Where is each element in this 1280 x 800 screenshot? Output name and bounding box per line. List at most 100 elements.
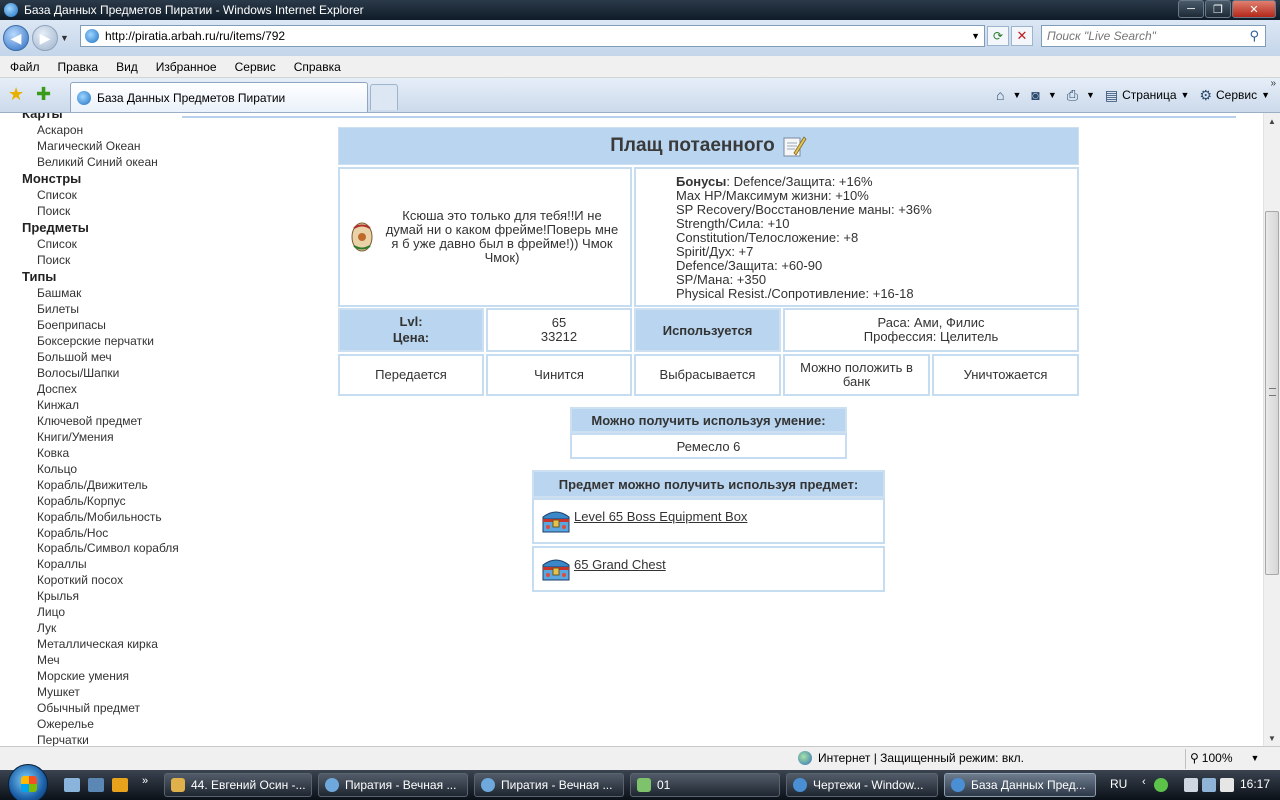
scroll-up-icon[interactable]: ▲ xyxy=(1264,113,1280,129)
live-search-box[interactable]: ⚲ xyxy=(1041,25,1266,47)
new-tab-button[interactable] xyxy=(370,84,398,110)
sidebar-link-map[interactable]: Аскарон xyxy=(22,122,182,138)
sidebar-link-type[interactable]: Доспех xyxy=(22,381,182,397)
sidebar-link-type[interactable]: Лицо xyxy=(22,604,182,620)
sidebar-link-type[interactable]: Ожерелье xyxy=(22,716,182,732)
home-icon: ⌂ xyxy=(995,87,1005,103)
sidebar-link-type[interactable]: Корабль/Движитель xyxy=(22,477,182,493)
sidebar-link-map[interactable]: Магический Океан xyxy=(22,138,182,154)
language-indicator[interactable]: RU xyxy=(1110,777,1127,791)
sidebar-link-type[interactable]: Металлическая кирка xyxy=(22,636,182,652)
menu-edit[interactable]: Правка xyxy=(48,60,107,74)
clock[interactable]: 16:17 xyxy=(1240,777,1270,791)
favorites-star-icon[interactable]: ★ xyxy=(8,84,24,105)
sidebar-link-type[interactable]: Меч xyxy=(22,652,182,668)
sidebar-link-type[interactable]: Боеприпасы xyxy=(22,317,182,333)
tools-menu-button[interactable]: ⚙ Сервис ▼ xyxy=(1199,87,1270,104)
minimize-button[interactable]: ─ xyxy=(1178,0,1204,18)
source-item-link[interactable]: 65 Grand Chest xyxy=(574,557,666,572)
sidebar-link-type[interactable]: Ключевой предмет xyxy=(22,413,182,429)
sidebar-link-type[interactable]: Ковка xyxy=(22,445,182,461)
sidebar-link-type[interactable]: Мушкет xyxy=(22,684,182,700)
stop-button[interactable]: ✕ xyxy=(1011,26,1033,46)
sidebar-link-type[interactable]: Перчатки xyxy=(22,732,182,746)
tray-expand-icon[interactable]: ‹ xyxy=(1142,776,1146,788)
sidebar-link-type[interactable]: Кораллы xyxy=(22,556,182,572)
close-button[interactable]: ✕ xyxy=(1232,0,1276,18)
task-button[interactable]: 44. Евгений Осин -... xyxy=(164,773,312,797)
zoom-dropdown-icon[interactable]: ▼ xyxy=(1251,753,1260,763)
zoom-control[interactable]: ⚲ 100% ▼ xyxy=(1190,751,1259,765)
show-desktop-icon[interactable] xyxy=(64,778,80,792)
sidebar-nav: Карты Аскарон Магический Океан Великий Син… xyxy=(22,113,182,746)
search-icon[interactable]: ⚲ xyxy=(1249,28,1259,44)
volume-icon[interactable] xyxy=(1220,778,1234,792)
sidebar-link-type[interactable]: Боксерские перчатки xyxy=(22,333,182,349)
task-button[interactable]: 01 xyxy=(630,773,780,797)
task-button[interactable]: Пиратия - Вечная ... xyxy=(474,773,624,797)
item-bonuses-cell: Бонусы: Defence/Защита: +16% Max HP/Макс… xyxy=(634,167,1079,307)
print-button[interactable]: ⎙ ▼ xyxy=(1067,87,1095,104)
sidebar-link-type[interactable]: Книги/Умения xyxy=(22,429,182,445)
sidebar-link-items[interactable]: Поиск xyxy=(22,252,182,268)
tray-device-icon[interactable] xyxy=(1184,778,1198,792)
quicklaunch-more-icon[interactable]: » xyxy=(142,775,148,787)
sidebar-link-type[interactable]: Кольцо xyxy=(22,461,182,477)
sidebar-link-type[interactable]: Корабль/Символ корабля xyxy=(22,541,182,556)
address-bar[interactable]: http://piratia.arbah.ru/ru/items/792 ▼ xyxy=(80,25,985,47)
vertical-scrollbar[interactable]: ▲ ▼ xyxy=(1263,113,1280,746)
menu-help[interactable]: Справка xyxy=(284,60,349,74)
sidebar-link-type[interactable]: Корабль/Мобильность xyxy=(22,509,182,525)
menu-view[interactable]: Вид xyxy=(106,60,146,74)
network-icon[interactable] xyxy=(1202,778,1216,792)
page-menu-button[interactable]: ▤ Страница ▼ xyxy=(1105,87,1190,104)
sidebar-link-type[interactable]: Крылья xyxy=(22,588,182,604)
task-button[interactable]: Чертежи - Window... xyxy=(786,773,938,797)
home-button[interactable]: ⌂ ▼ xyxy=(996,87,1021,103)
start-button[interactable] xyxy=(8,764,48,800)
task-button-active[interactable]: База Данных Пред... xyxy=(944,773,1096,797)
bonus-line: SP Recovery/Восстановление маны: +36% xyxy=(676,202,932,217)
sidebar-link-type[interactable]: Билеты xyxy=(22,301,182,317)
feeds-button[interactable]: ◙ ▼ xyxy=(1031,87,1056,103)
address-dropdown-icon[interactable]: ▼ xyxy=(971,31,980,41)
menu-file[interactable]: Файл xyxy=(0,60,48,74)
tray-app-icon[interactable] xyxy=(1154,778,1168,792)
maximize-button[interactable]: ❐ xyxy=(1205,0,1231,18)
scroll-thumb[interactable] xyxy=(1265,211,1279,575)
sidebar-link-type[interactable]: Корабль/Нос xyxy=(22,525,182,541)
history-dropdown-icon[interactable]: ▼ xyxy=(60,33,72,43)
scroll-down-icon[interactable]: ▼ xyxy=(1264,730,1280,746)
chest-icon[interactable] xyxy=(540,555,572,583)
sidebar-link-map[interactable]: Великий Синий океан xyxy=(22,154,182,170)
sidebar-link-type[interactable]: Волосы/Шапки xyxy=(22,365,182,381)
add-favorite-icon[interactable]: ✚ xyxy=(36,84,51,105)
sidebar-link-type[interactable]: Обычный предмет xyxy=(22,700,182,716)
menu-favorites[interactable]: Избранное xyxy=(146,60,225,74)
sidebar-link-type[interactable]: Большой меч xyxy=(22,349,182,365)
url-text[interactable]: http://piratia.arbah.ru/ru/items/792 xyxy=(105,29,285,43)
back-button[interactable]: ◀ xyxy=(3,25,29,51)
sidebar-link-type[interactable]: Лук xyxy=(22,620,182,636)
sidebar-link-items[interactable]: Список xyxy=(22,236,182,252)
media-player-icon[interactable] xyxy=(112,778,128,792)
sidebar-link-type[interactable]: Корабль/Корпус xyxy=(22,493,182,509)
chest-icon[interactable] xyxy=(540,507,572,535)
refresh-button[interactable]: ⟳ xyxy=(987,26,1009,46)
tab-active[interactable]: База Данных Предметов Пиратии xyxy=(70,82,368,112)
security-zone[interactable]: Интернет | Защищенный режим: вкл. xyxy=(798,751,1024,765)
sidebar-link-type[interactable]: Морские умения xyxy=(22,668,182,684)
source-item-link[interactable]: Level 65 Boss Equipment Box xyxy=(574,509,747,524)
chevron-icon[interactable]: » xyxy=(1270,78,1276,89)
sidebar-link-type[interactable]: Кинжал xyxy=(22,397,182,413)
switch-windows-icon[interactable] xyxy=(88,778,104,792)
search-input[interactable] xyxy=(1047,29,1237,43)
menu-tools[interactable]: Сервис xyxy=(225,60,284,74)
forward-button[interactable]: ▶ xyxy=(32,25,58,51)
sidebar-link-monsters[interactable]: Список xyxy=(22,187,182,203)
zone-text: Интернет | Защищенный режим: вкл. xyxy=(818,751,1024,765)
sidebar-link-type[interactable]: Короткий посох xyxy=(22,572,182,588)
task-button[interactable]: Пиратия - Вечная ... xyxy=(318,773,468,797)
sidebar-link-monsters[interactable]: Поиск xyxy=(22,203,182,219)
sidebar-link-type[interactable]: Башмак xyxy=(22,285,182,301)
